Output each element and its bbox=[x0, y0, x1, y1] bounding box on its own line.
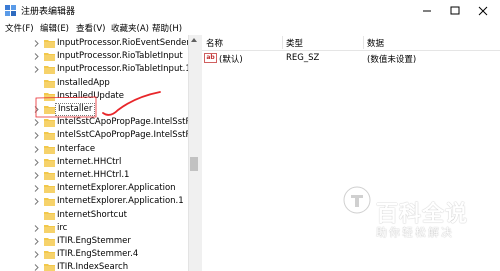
tree-item-label: Installer bbox=[55, 103, 96, 116]
title-bar: 注册表编辑器 bbox=[0, 0, 500, 21]
value-name: (默认) bbox=[219, 55, 243, 65]
tree-item[interactable]: Installer bbox=[0, 103, 188, 116]
folder-icon bbox=[44, 145, 55, 154]
tree-item-label: InputProcessor.RioTabletInput bbox=[57, 51, 183, 62]
maximize-button[interactable] bbox=[441, 2, 469, 19]
column-header-name[interactable]: 名称 bbox=[206, 37, 223, 49]
tree-item[interactable]: IntelSstCApoPropPage.IntelSstPro bbox=[0, 116, 188, 129]
expand-chevron-icon[interactable] bbox=[33, 197, 40, 206]
column-separator[interactable] bbox=[363, 36, 364, 49]
folder-icon bbox=[44, 119, 55, 128]
tree-item[interactable]: InputProcessor.RioTabletInput.1 bbox=[0, 63, 188, 76]
scroll-up-arrow-icon[interactable] bbox=[190, 37, 198, 43]
folder-icon bbox=[44, 264, 55, 271]
registry-tree[interactable]: InputProcessor.RioEventSender.1 InputProc… bbox=[0, 35, 188, 271]
expand-chevron-icon[interactable] bbox=[33, 52, 40, 61]
values-list[interactable]: 名称 类型 数据 ab (默认) REG_SZ (数值未设置) bbox=[202, 35, 500, 271]
tree-item[interactable]: ITIR.EngStemmer bbox=[0, 235, 188, 248]
tree-item-label: ITIR.EngStemmer bbox=[57, 236, 131, 246]
column-header-data[interactable]: 数据 bbox=[367, 37, 384, 49]
string-value-icon: ab bbox=[204, 53, 217, 63]
folder-icon bbox=[44, 185, 55, 194]
tree-item-label: IntelSstCApoPropPage.IntelSstPro bbox=[57, 117, 188, 128]
menu-view[interactable]: 查看(V) bbox=[76, 22, 105, 34]
folder-icon bbox=[44, 198, 55, 207]
menu-file[interactable]: 文件(F) bbox=[5, 22, 34, 34]
expand-chevron-icon[interactable] bbox=[33, 237, 40, 246]
folder-icon bbox=[44, 66, 55, 75]
folder-icon bbox=[44, 224, 55, 233]
window-title: 注册表编辑器 bbox=[21, 7, 76, 17]
folder-icon bbox=[44, 106, 55, 114]
tree-item[interactable]: Internet.HHCtrl bbox=[0, 156, 188, 169]
tree-item[interactable]: InternetShortcut bbox=[0, 209, 188, 222]
registry-editor-icon bbox=[5, 5, 16, 16]
tree-item[interactable]: InputProcessor.RioTabletInput bbox=[0, 50, 188, 63]
value-type: REG_SZ bbox=[286, 53, 320, 63]
scroll-thumb[interactable] bbox=[190, 157, 198, 171]
tree-item[interactable]: ITIR.EngStemmer.4 bbox=[0, 248, 188, 261]
tree-item-label: InternetShortcut bbox=[57, 209, 127, 220]
tree-item-label: InternetExplorer.Application.1 bbox=[57, 196, 184, 207]
column-header-type[interactable]: 类型 bbox=[286, 37, 303, 49]
folder-icon bbox=[44, 53, 55, 62]
expand-chevron-icon[interactable] bbox=[33, 105, 40, 114]
folder-icon bbox=[44, 238, 55, 246]
tree-item[interactable]: InstalledUpdate bbox=[0, 90, 188, 103]
expand-chevron-icon[interactable] bbox=[33, 131, 40, 140]
tree-item[interactable]: Interface bbox=[0, 143, 188, 156]
menu-favorites[interactable]: 收藏夹(A) bbox=[111, 22, 149, 34]
tree-item-label: ITIR.IndexSearch bbox=[57, 262, 129, 271]
tree-item[interactable]: InternetExplorer.Application.1 bbox=[0, 195, 188, 208]
folder-icon bbox=[44, 40, 55, 48]
tree-item[interactable]: InputProcessor.RioEventSender.1 bbox=[0, 37, 188, 50]
tree-item-label: InternetExplorer.Application bbox=[57, 183, 176, 194]
folder-icon bbox=[44, 172, 55, 180]
tree-item-label: ITIR.EngStemmer.4 bbox=[57, 249, 139, 260]
close-button[interactable] bbox=[469, 2, 497, 19]
minimize-button[interactable] bbox=[413, 2, 441, 19]
menu-help[interactable]: 帮助(H) bbox=[152, 22, 182, 34]
tree-item-label: InputProcessor.RioTabletInput.1 bbox=[57, 64, 188, 75]
baike-logo-icon bbox=[343, 186, 371, 214]
tree-scrollbar[interactable] bbox=[188, 35, 199, 271]
tree-item-label: Internet.HHCtrl bbox=[57, 156, 122, 167]
expand-chevron-icon[interactable] bbox=[33, 145, 40, 154]
expand-chevron-icon[interactable] bbox=[33, 171, 40, 180]
tree-item-label: InputProcessor.RioEventSender.1 bbox=[57, 38, 188, 48]
tree-item-label: InstalledUpdate bbox=[57, 90, 124, 101]
expand-chevron-icon[interactable] bbox=[33, 158, 40, 167]
expand-chevron-icon[interactable] bbox=[33, 263, 40, 271]
tree-item[interactable]: IntelSstCApoPropPage.IntelSstPro bbox=[0, 129, 188, 142]
watermark-subtitle: 助你轻松解决 bbox=[376, 226, 454, 239]
folder-icon bbox=[44, 211, 55, 220]
tree-item-label: Internet.HHCtrl.1 bbox=[57, 170, 130, 180]
folder-icon bbox=[44, 158, 55, 167]
folder-icon bbox=[44, 132, 55, 141]
expand-chevron-icon[interactable] bbox=[33, 118, 40, 127]
expand-chevron-icon[interactable] bbox=[33, 224, 40, 233]
expand-chevron-icon[interactable] bbox=[33, 39, 40, 48]
menu-bar: 文件(F) 编辑(E) 查看(V) 收藏夹(A) 帮助(H) bbox=[0, 21, 500, 35]
expand-chevron-icon[interactable] bbox=[33, 250, 40, 259]
tree-item-label: IntelSstCApoPropPage.IntelSstPro bbox=[57, 130, 188, 141]
folder-icon bbox=[44, 92, 55, 101]
tree-item-label: InstalledApp bbox=[57, 77, 110, 88]
value-data: (数值未设置) bbox=[367, 55, 417, 65]
tree-item[interactable]: irc bbox=[0, 222, 188, 235]
expand-chevron-icon[interactable] bbox=[33, 65, 40, 74]
tree-item[interactable]: InternetExplorer.Application bbox=[0, 182, 188, 195]
list-header: 名称 类型 数据 bbox=[202, 35, 500, 51]
expand-chevron-icon[interactable] bbox=[33, 184, 40, 193]
folder-icon bbox=[44, 79, 55, 88]
tree-item-label: irc bbox=[57, 222, 68, 233]
tree-item[interactable]: Internet.HHCtrl.1 bbox=[0, 169, 188, 182]
tree-item-label: Interface bbox=[57, 143, 96, 154]
menu-edit[interactable]: 编辑(E) bbox=[40, 22, 69, 34]
column-separator[interactable] bbox=[282, 36, 283, 49]
tree-item[interactable]: InstalledApp bbox=[0, 77, 188, 90]
folder-icon bbox=[44, 251, 55, 260]
tree-item[interactable]: ITIR.IndexSearch bbox=[0, 261, 188, 271]
list-row[interactable]: ab (默认) REG_SZ (数值未设置) bbox=[202, 51, 500, 65]
